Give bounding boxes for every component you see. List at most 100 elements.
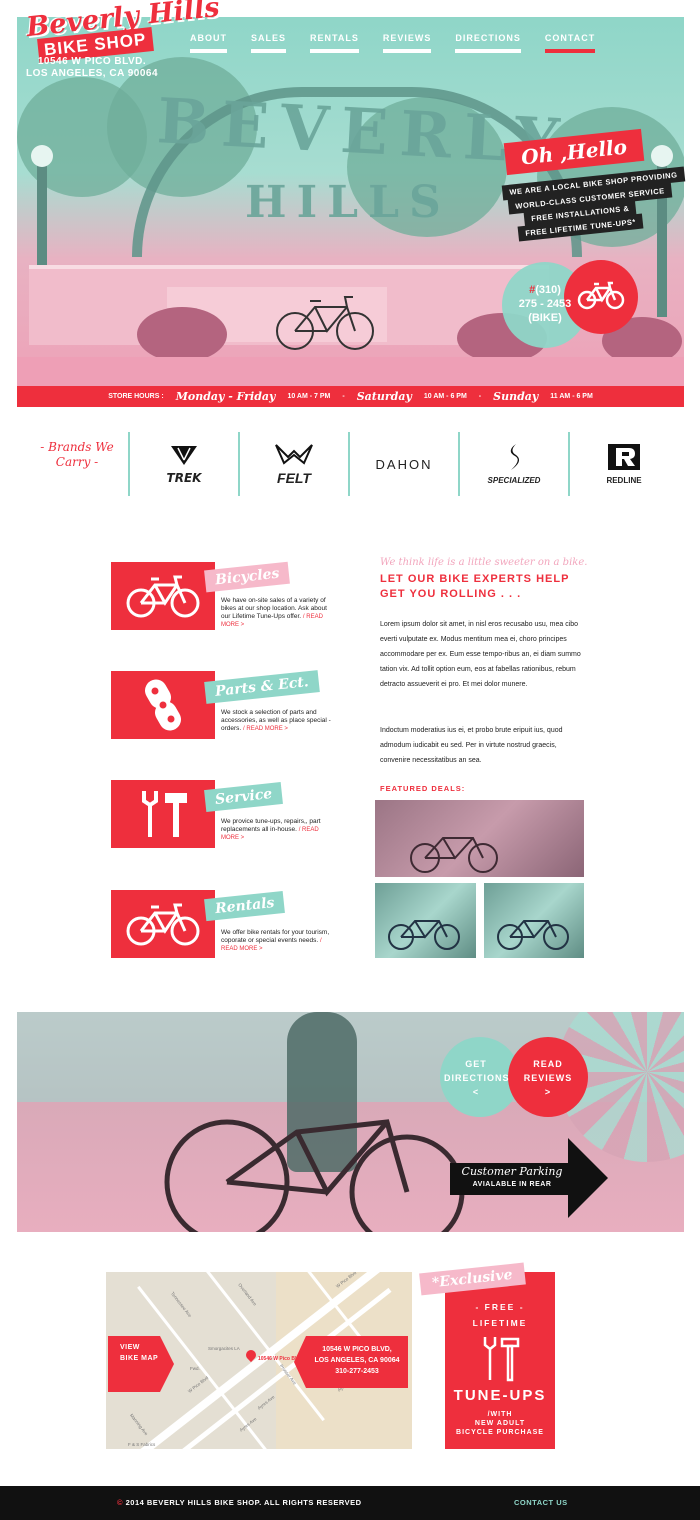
page: BEVERLY HILLS Beverly Hills BIKE SHOP 10… [0,0,700,1520]
bicycle-icon [111,890,215,958]
street-label: Fwd. [190,1366,200,1371]
service-rentals-desc: We offer bike rentals for your tourism, … [221,929,331,953]
parking-title: Customer Parking [461,1165,563,1178]
bush-shape [137,307,227,362]
map-address-line: LOS ANGELES, CA 90064 [314,1357,400,1364]
exclusive-line: NEW ADULT [474,1420,526,1427]
service-bicycles-desc: We have on-site sales of a variety of bi… [221,597,331,629]
address-line: LOS ANGELES, CA 90064 [25,68,159,79]
service-parts-tile[interactable] [111,671,215,739]
brand-name: SPECIALIZED [487,476,541,485]
phone-number[interactable]: #(310) 275 - 2453 (BIKE) [506,283,584,325]
hours-saturday-time: 10 AM - 6 PM [423,393,467,400]
hours-label: STORE HOURS : [108,393,164,400]
phone-word: (BIKE) [528,312,562,324]
about-tagline: We think life is a little sweeter on a b… [380,557,588,568]
featured-deal-large[interactable] [375,800,584,877]
street-label: W Pico Blvd [187,1375,210,1394]
nav-about[interactable]: ABOUT [190,33,227,53]
brand-redline[interactable]: REDLINE [568,432,678,496]
hours-weekday-days: Monday - Friday [175,390,276,403]
phone-digits: 275 - 2453 [518,298,572,310]
featured-deal-small[interactable] [375,883,476,958]
get-directions-label[interactable]: GET DIRECTIONS < [444,1057,510,1099]
arrow-left-icon [294,1336,306,1388]
featured-deal-small[interactable] [484,883,584,958]
store-hours-bar: STORE HOURS : Monday - Friday 10 AM - 7 … [17,386,684,407]
address-line: 10546 W PICO BLVD. [37,56,147,67]
service-bicycles-title[interactable]: Bicycles [204,561,291,593]
chain-link-icon [111,671,215,739]
wrench-hammer-icon [445,1334,555,1384]
bicycle-photo-icon [410,837,498,873]
phone-area: (310) [535,284,561,296]
exclusive-line: BICYCLE PURCHASE [456,1429,544,1436]
chevron-right-icon: > [544,1087,552,1097]
arrow-right-icon [160,1336,174,1392]
bicycle-photo-icon [497,920,569,950]
service-text: We offer bike rentals for your tourism, … [221,929,330,944]
read-more-link[interactable]: / READ MORE > [243,726,288,732]
main-nav: ABOUT SALES RENTALS REVIEWS DIRECTIONS C… [190,33,619,53]
bicycle-photo-icon [276,296,374,350]
service-rentals-title[interactable]: Rentals [204,890,286,922]
about-paragraph: Lorem ipsum dolor sit amet, in nisl eros… [380,621,581,688]
brand-trek[interactable]: TREK [128,432,238,496]
get-directions-text: GET DIRECTIONS [444,1059,510,1083]
nav-rentals[interactable]: RENTALS [310,33,359,53]
wrench-hammer-icon [111,780,215,848]
felt-logo-icon [275,443,313,465]
read-reviews-label[interactable]: READ REVIEWS > [520,1057,576,1099]
service-parts-title[interactable]: Parts & Ect. [204,670,320,704]
about-paragraph: Indoctum moderatius ius ei, et probo bru… [380,727,563,764]
exclusive-line: - FREE - [475,1302,525,1312]
brand-dahon[interactable]: DAHON [348,432,458,496]
service-repair-title[interactable]: Service [204,782,284,812]
lamp-globe [31,145,53,167]
service-parts-desc: We stock a selection of parts and access… [221,709,331,733]
map-phone[interactable]: 310-277-2453 [306,1366,408,1377]
street-label: Tennessee Ave [169,1290,193,1319]
header-address: 10546 W PICO BLVD. LOS ANGELES, CA 90064 [17,56,167,80]
hours-separator: - [342,393,345,400]
map-address-card: 10546 W PICO BLVD, LOS ANGELES, CA 90064… [306,1336,408,1388]
lamp-globe [651,145,673,167]
sign-word-bottom: HILLS [245,177,451,228]
hours-saturday-day: Saturday [356,390,412,403]
bicycle-icon [111,562,215,630]
parking-subtitle: AVIALABLE IN REAR [472,1181,552,1188]
service-repair-desc: We provice tune-ups, repairs,, part repl… [221,818,331,842]
hours-weekday-time: 10 AM - 7 PM [287,393,331,400]
hours-sunday-day: Sunday [493,390,539,403]
redline-logo-icon [608,444,640,470]
brand-name: REDLINE [606,476,642,485]
street-label: Manning Ave [129,1412,149,1437]
brand-felt[interactable]: FELT [238,432,348,496]
nav-sales[interactable]: SALES [251,33,287,53]
street-label: Overland Ave [237,1282,258,1307]
nav-reviews[interactable]: REVIEWS [382,33,432,53]
read-reviews-text: READ REVIEWS [523,1059,573,1083]
bicycle-photo-icon [164,1119,465,1232]
nav-directions[interactable]: DIRECTIONS [455,33,521,53]
trek-logo-icon [170,445,197,465]
exclusive-line: LIFETIME [472,1318,528,1328]
brand-name: DAHON [375,456,433,472]
service-bicycles-tile[interactable] [111,562,215,630]
brand-name: FELT [277,469,311,486]
view-bike-map-button[interactable]: VIEW BIKE MAP [108,1336,160,1392]
footer-copyright: © 2014 BEVERLY HILLS BIKE SHOP. ALL RIGH… [117,1498,362,1507]
bicycle-icon [577,281,625,310]
chevron-left-icon: < [472,1087,480,1097]
footer-contact-link[interactable]: CONTACT US [514,1498,568,1507]
service-repair-tile[interactable] [111,780,215,848]
brands-label: - Brands We Carry - [40,440,114,469]
exclusive-line: /WITH [487,1411,513,1418]
brand-name: TREK [166,470,202,485]
ground [17,357,684,387]
copyright-text: 2014 BEVERLY HILLS BIKE SHOP. ALL RIGHTS… [125,1498,362,1507]
nav-contact[interactable]: CONTACT [544,33,596,53]
brand-specialized[interactable]: SPECIALIZED [458,432,568,496]
street-label: Ayres Ave [256,1394,276,1411]
service-rentals-tile[interactable] [111,890,215,958]
